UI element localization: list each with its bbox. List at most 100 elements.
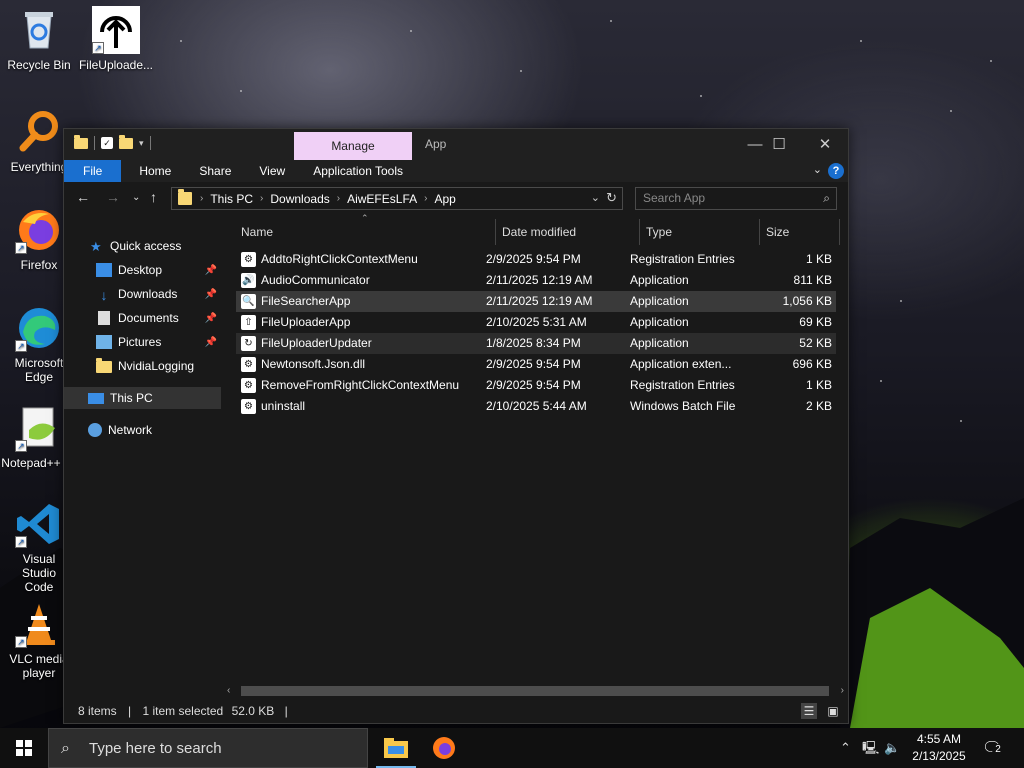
windows-logo-icon	[16, 740, 32, 756]
close-button[interactable]: ✕	[802, 129, 848, 160]
expand-ribbon-icon[interactable]: ⌄	[813, 163, 822, 176]
shortcut-arrow-icon: ↗	[15, 536, 27, 548]
sort-ascending-icon: ⌃	[361, 213, 369, 223]
window-title: App	[425, 137, 447, 151]
file-row[interactable]: ⚙ Newtonsoft.Json.dll 2/9/2025 9:54 PM A…	[236, 354, 836, 375]
back-arrow-icon[interactable]: ←	[76, 189, 90, 205]
column-header-name[interactable]: Name	[241, 219, 273, 245]
breadcrumb-downloads[interactable]: Downloads	[270, 192, 329, 206]
file-row[interactable]: ⚙ RemoveFromRightClickContextMenu 2/9/20…	[236, 375, 836, 396]
file-explorer-icon	[384, 738, 408, 758]
file-row[interactable]: 🔊 AudioCommunicator 2/11/2025 12:19 AM A…	[236, 270, 836, 291]
scroll-right-icon[interactable]: ›	[841, 683, 844, 699]
nav-downloads[interactable]: ↓ Downloads 📌	[64, 283, 221, 305]
properties-icon[interactable]: ✓	[101, 137, 113, 149]
breadcrumb-app[interactable]: App	[434, 192, 455, 206]
new-folder-icon[interactable]	[119, 134, 133, 149]
tab-file[interactable]: File	[64, 160, 122, 182]
folder-icon	[96, 358, 112, 373]
details-view-icon[interactable]: ☰	[801, 703, 817, 719]
desktop-icon-fileuploader[interactable]: ↗ FileUploade...	[77, 6, 155, 72]
file-row[interactable]: ⚙ AddtoRightClickContextMenu 2/9/2025 9:…	[236, 249, 836, 270]
tab-view[interactable]: View	[245, 160, 299, 182]
chevron-down-icon[interactable]: ⌄	[591, 191, 600, 204]
breadcrumb-aiwefeslfa[interactable]: AiwEFEsLFA	[347, 192, 417, 206]
scrollbar-thumb[interactable]	[241, 686, 829, 696]
refresh-icon[interactable]: ↻	[606, 190, 617, 206]
file-explorer-window: ✓ ▾ Manage App — ☐ ✕ File Home Share Vie…	[63, 128, 849, 724]
taskbar: ⌕ Type here to search ⌃ 🖳 🔈 4:55 AM 2/13…	[0, 728, 1024, 768]
taskbar-search-input[interactable]: ⌕ Type here to search	[48, 728, 368, 768]
search-input[interactable]: Search App ⌕	[635, 187, 837, 210]
nav-this-pc[interactable]: This PC	[64, 387, 221, 409]
horizontal-scrollbar[interactable]: ‹ ›	[221, 683, 848, 699]
selection-count: 1 item selected	[142, 704, 224, 718]
file-row[interactable]: 🔍 FileSearcherApp 2/11/2025 12:19 AM App…	[236, 291, 836, 312]
nav-desktop[interactable]: Desktop 📌	[64, 259, 221, 281]
folder-icon[interactable]	[74, 134, 88, 149]
nav-quick-access[interactable]: ★ Quick access	[64, 235, 221, 257]
shortcut-arrow-icon: ↗	[92, 42, 104, 54]
scroll-left-icon[interactable]: ‹	[227, 683, 230, 699]
tab-application-tools[interactable]: Application Tools	[299, 160, 417, 182]
pin-icon: 📌	[204, 264, 217, 276]
shortcut-arrow-icon: ↗	[15, 440, 27, 452]
forward-arrow-icon[interactable]: →	[106, 189, 120, 205]
recycle-bin-icon	[25, 12, 53, 49]
file-list: ⌃ Name Date modified Type Size ⚙ AddtoRi…	[221, 213, 848, 681]
taskbar-file-explorer[interactable]	[372, 728, 420, 768]
navigation-pane: ★ Quick access Desktop 📌 ↓ Downloads 📌 D…	[64, 215, 221, 699]
large-icons-view-icon[interactable]: ▣	[825, 703, 841, 719]
desktop-icon	[96, 263, 112, 277]
shortcut-arrow-icon: ↗	[15, 242, 27, 254]
search-icon: ⌕	[823, 191, 830, 205]
computer-icon	[88, 392, 104, 404]
manage-tab[interactable]: Manage	[294, 132, 412, 160]
up-arrow-icon[interactable]: ↑	[150, 189, 157, 205]
nav-pictures[interactable]: Pictures 📌	[64, 331, 221, 353]
pin-icon: 📌	[204, 288, 217, 300]
system-clock[interactable]: 4:55 AM 2/13/2025	[904, 731, 974, 765]
column-header-type[interactable]: Type	[646, 219, 672, 245]
tab-home[interactable]: Home	[125, 160, 185, 182]
network-icon	[88, 423, 102, 437]
recent-locations-icon[interactable]: ⌄	[132, 192, 140, 203]
nav-documents[interactable]: Documents 📌	[64, 307, 221, 329]
title-bar: ✓ ▾ Manage App — ☐ ✕	[64, 129, 848, 160]
nav-nvidialogging[interactable]: NvidiaLogging	[64, 355, 221, 377]
download-icon: ↓	[100, 287, 108, 303]
documents-icon	[98, 311, 110, 325]
pictures-icon	[96, 335, 112, 349]
column-header-date[interactable]: Date modified	[502, 219, 576, 245]
file-row[interactable]: ⇧ FileUploaderApp 2/10/2025 5:31 AM Appl…	[236, 312, 836, 333]
folder-icon	[178, 189, 192, 205]
start-button[interactable]	[0, 728, 48, 768]
pin-icon: 📌	[204, 312, 217, 324]
tab-share[interactable]: Share	[185, 160, 245, 182]
speaker-icon: 🔊	[241, 273, 256, 288]
help-icon[interactable]: ?	[828, 163, 844, 179]
search-icon: ⌕	[61, 740, 70, 757]
maximize-button[interactable]: ☐	[756, 129, 802, 160]
nav-network[interactable]: Network	[64, 419, 221, 441]
navigation-bar: ← → ⌄ ↑ › This PC › Downloads › AiwEFEsL…	[64, 182, 848, 215]
file-row[interactable]: ⚙ uninstall 2/10/2025 5:44 AM Windows Ba…	[236, 396, 836, 417]
registry-icon: ⚙	[241, 252, 256, 267]
quick-access-toolbar: ✓ ▾	[74, 134, 151, 150]
show-hidden-icons-icon[interactable]: ⌃	[840, 728, 851, 768]
taskbar-firefox[interactable]	[420, 728, 468, 768]
status-bar: 8 items | 1 item selected 52.0 KB | ☰ ▣	[64, 699, 848, 723]
network-status-icon[interactable]: 🖳	[862, 728, 879, 768]
pin-icon: 📌	[204, 336, 217, 348]
breadcrumb-this-pc[interactable]: This PC	[210, 192, 253, 206]
address-bar[interactable]: › This PC › Downloads › AiwEFEsLFA › App…	[171, 187, 623, 210]
desktop-icon-recycle-bin[interactable]: Recycle Bin	[0, 6, 78, 72]
magnifier-icon	[19, 111, 58, 152]
registry-icon: ⚙	[241, 378, 256, 393]
customize-toolbar-icon[interactable]: ▾	[139, 138, 144, 149]
item-count: 8 items	[78, 704, 117, 718]
notification-center-icon[interactable]: 🗨 2	[982, 738, 1004, 758]
volume-muted-icon[interactable]: 🔈	[884, 728, 900, 768]
file-row-selected[interactable]: ↻ FileUploaderUpdater 1/8/2025 8:34 PM A…	[236, 333, 836, 354]
column-header-size[interactable]: Size	[766, 219, 789, 245]
